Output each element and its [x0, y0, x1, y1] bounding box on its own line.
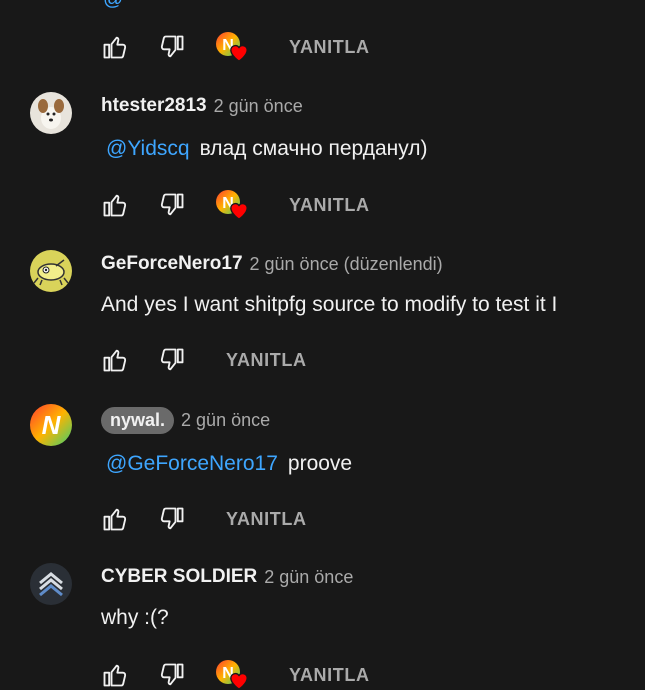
like-icon[interactable]	[101, 33, 129, 61]
comment-body: And yes I want shitpfg source to modify …	[101, 293, 558, 316]
comment-text: And yes I want shitpfg source to modify …	[101, 293, 557, 317]
creator-heart-badge: N	[216, 190, 250, 220]
comment-actions: YANITLA	[101, 346, 307, 374]
like-icon[interactable]	[101, 191, 129, 219]
comment-text: why :(?	[101, 606, 169, 630]
reply-button[interactable]: YANITLA	[289, 195, 370, 216]
comment-actions: N YANITLA	[101, 660, 370, 690]
author-name[interactable]: CYBER SOLDIER	[101, 566, 257, 588]
comment-body: влад смачно перданул)	[199, 137, 428, 160]
timestamp[interactable]: 2 gün önce	[264, 567, 353, 588]
comment-text: @Yidscq влад смачно перданул)	[101, 137, 428, 161]
dislike-icon[interactable]	[158, 346, 186, 374]
nywal-logo-avatar[interactable]: N	[30, 404, 72, 446]
comment-actions: N YANITLA	[101, 190, 370, 220]
like-icon[interactable]	[101, 505, 129, 533]
dislike-icon[interactable]	[158, 505, 186, 533]
dog-avatar[interactable]	[30, 92, 72, 134]
heart-icon	[230, 45, 248, 62]
comment-text: @GeForceNero17 proove	[101, 452, 352, 476]
timestamp[interactable]: 2 gün önce	[214, 96, 303, 117]
reply-button[interactable]: YANITLA	[289, 37, 370, 58]
author-name[interactable]: GeForceNero17	[101, 253, 243, 275]
dislike-icon[interactable]	[158, 661, 186, 689]
dislike-icon[interactable]	[158, 191, 186, 219]
comment-body: proove	[287, 452, 353, 475]
like-icon[interactable]	[101, 661, 129, 689]
svg-text:N: N	[42, 410, 62, 440]
heart-icon	[230, 673, 248, 690]
comment-header: nywal. 2 gün önce	[101, 407, 270, 434]
creator-heart-badge: N	[216, 32, 250, 62]
comment-body: why :(?	[101, 606, 169, 629]
comment-header: htester2813 2 gün önce	[101, 95, 303, 117]
timestamp[interactable]: 2 gün önce (düzenlendi)	[250, 254, 443, 275]
author-name[interactable]: htester2813	[101, 95, 207, 117]
author-name[interactable]: nywal.	[101, 407, 175, 434]
dislike-icon[interactable]	[158, 33, 186, 61]
mention-link[interactable]: @Yidscq	[106, 137, 190, 160]
like-icon[interactable]	[101, 346, 129, 374]
heart-icon	[230, 203, 248, 220]
timestamp[interactable]: 2 gün önce	[181, 410, 270, 431]
yellow-bug-avatar[interactable]	[30, 250, 72, 292]
comment-header: GeForceNero17 2 gün önce (düzenlendi)	[101, 253, 443, 275]
comment-header: CYBER SOLDIER 2 gün önce	[101, 566, 353, 588]
reply-button[interactable]: YANITLA	[226, 509, 307, 530]
reply-button[interactable]: YANITLA	[226, 350, 307, 371]
mention-link[interactable]: @GeForceNero17	[106, 452, 278, 475]
comment-actions: N YANITLA	[101, 32, 370, 62]
comment-actions: YANITLA	[101, 505, 307, 533]
reply-button[interactable]: YANITLA	[289, 665, 370, 686]
partial-mention[interactable]: @	[103, 0, 123, 11]
chevron-rank-avatar[interactable]	[30, 563, 72, 605]
